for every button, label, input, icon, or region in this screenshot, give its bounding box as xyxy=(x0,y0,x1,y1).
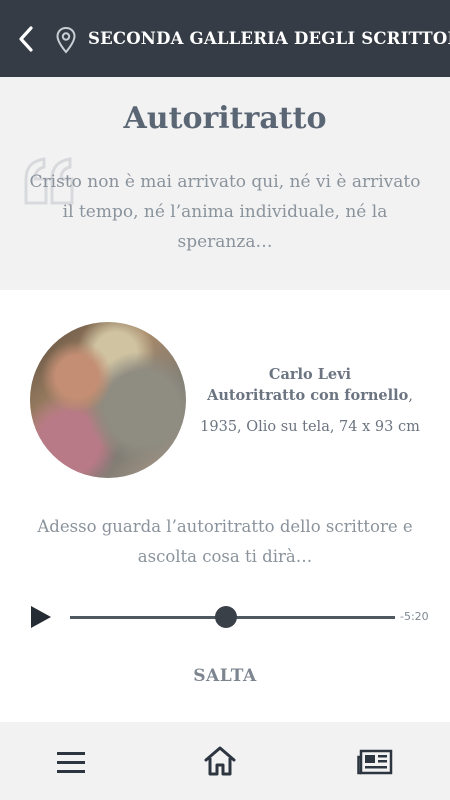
quote-text: Cristo non è mai arrivato qui, né vi è a… xyxy=(29,172,421,252)
artwork-thumbnail xyxy=(30,322,186,478)
remaining-time: -5:20 xyxy=(400,610,429,623)
artwork-title: Autoritratto con fornello xyxy=(207,387,409,404)
hamburger-menu-icon[interactable] xyxy=(56,749,86,775)
intro-section: Autoritratto Cristo non è mai arrivato q… xyxy=(0,77,450,290)
instruction-text: Adesso guarda l’autoritratto dello scrit… xyxy=(37,517,413,566)
newspaper-icon[interactable] xyxy=(357,749,393,775)
home-icon[interactable] xyxy=(203,745,237,777)
artwork-caption: Carlo Levi Autoritratto con fornello, 19… xyxy=(200,364,420,438)
artwork-details: 1935, Olio su tela, 74 x 93 cm xyxy=(200,419,420,435)
audio-progress-thumb[interactable] xyxy=(215,606,237,628)
page-title: Autoritratto xyxy=(123,101,327,136)
play-button[interactable] xyxy=(28,604,54,630)
map-pin-icon xyxy=(56,26,76,54)
gallery-title: SECONDA GALLERIA DEGLI SCRITTORI xyxy=(88,29,450,48)
artwork-author: Carlo Levi xyxy=(268,366,352,383)
skip-button[interactable]: SALTA xyxy=(150,666,300,686)
artwork-title-suffix: , xyxy=(408,388,413,404)
top-bar: SECONDA GALLERIA DEGLI SCRITTORI xyxy=(0,0,450,77)
back-button[interactable] xyxy=(14,24,40,54)
